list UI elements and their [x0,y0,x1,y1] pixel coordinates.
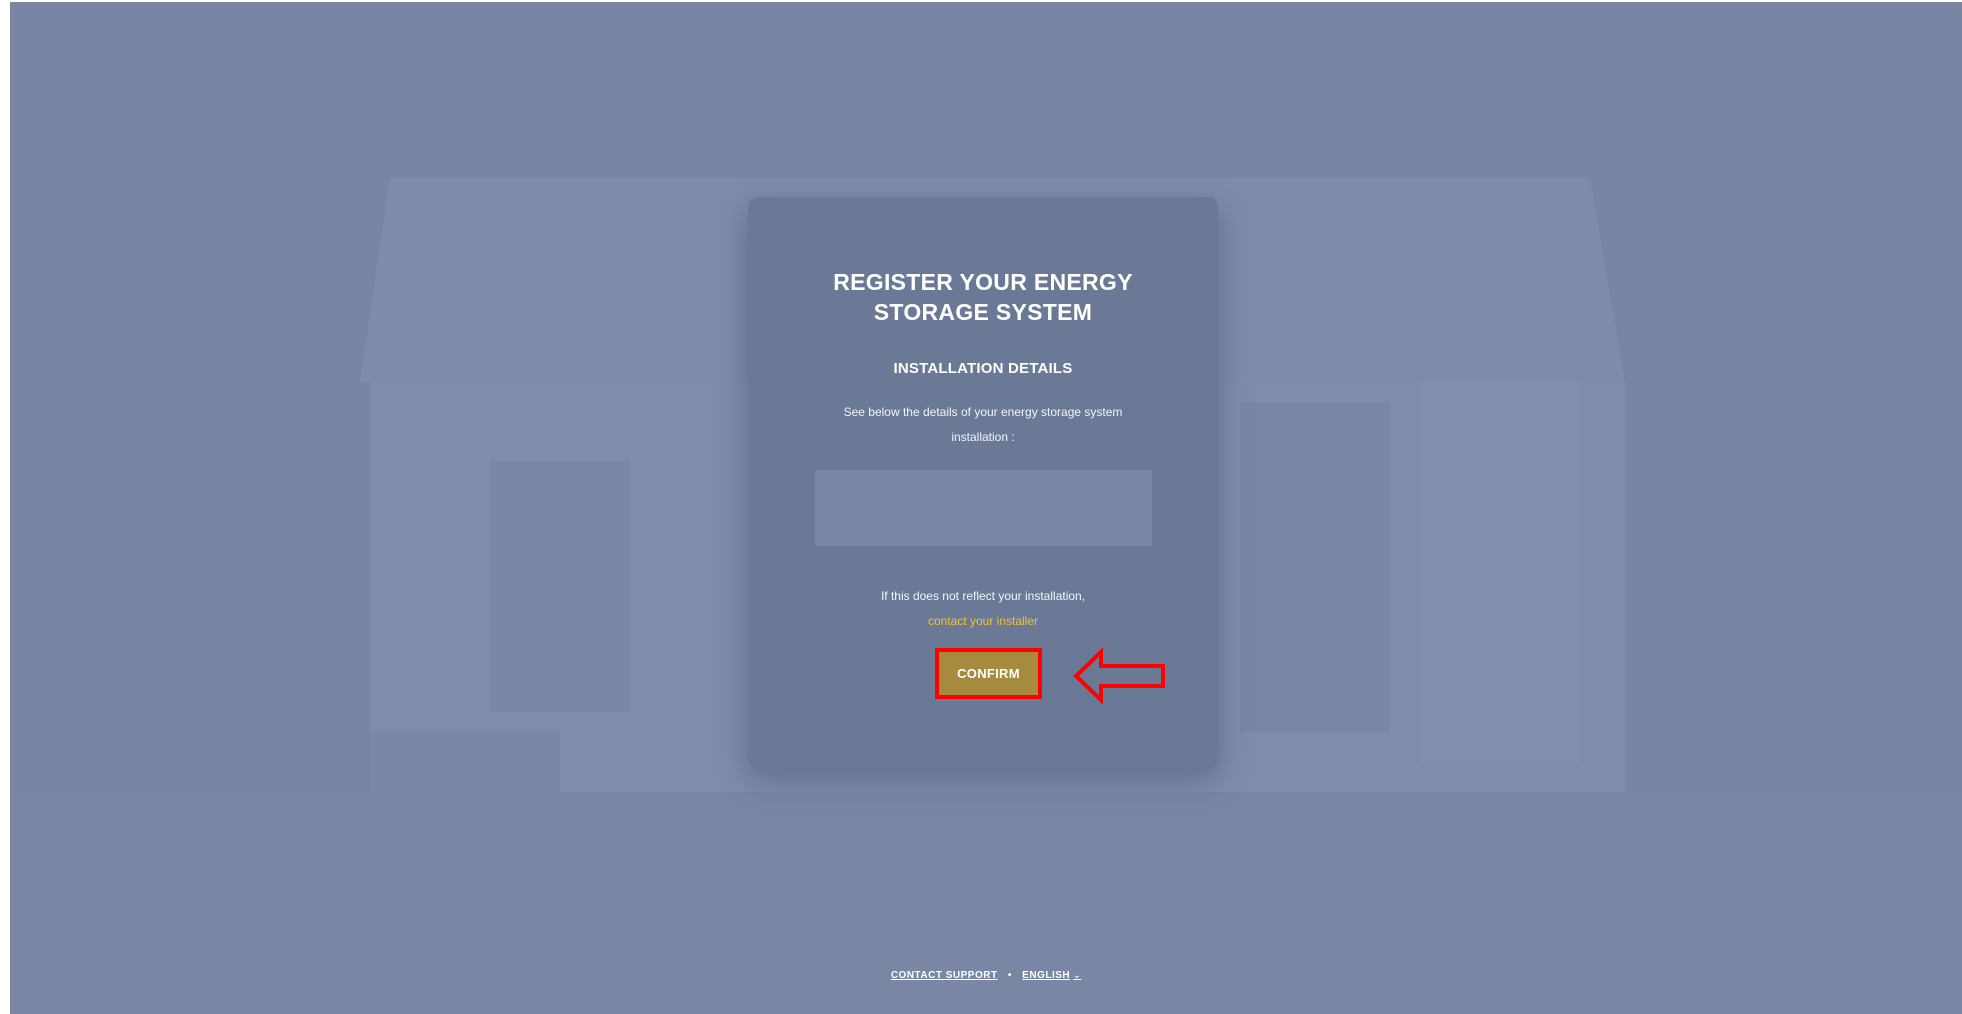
page-background: REGISTER YOUR ENERGY STORAGE SYSTEM INST… [10,2,1962,1014]
registration-card: REGISTER YOUR ENERGY STORAGE SYSTEM INST… [748,197,1218,769]
notice-text: If this does not reflect your installati… [880,589,1086,603]
contact-installer-link[interactable]: contact your installer [928,614,1038,628]
confirm-button-highlight: CONFIRM [935,648,1042,699]
description-text: See below the details of your energy sto… [843,405,1123,444]
chevron-down-icon: ⌄ [1073,970,1082,980]
contact-support-link[interactable]: CONTACT SUPPORT [891,970,998,981]
notice-block: If this does not reflect your installati… [748,584,1218,634]
footer: CONTACT SUPPORT • ENGLISH ⌄ [10,970,1962,981]
footer-separator: • [1007,970,1012,981]
language-selector[interactable]: ENGLISH ⌄ [1022,970,1081,981]
left-arrow-annotation-icon [1073,648,1165,704]
page-title: REGISTER YOUR ENERGY STORAGE SYSTEM [833,269,1133,325]
installation-details-box [815,470,1152,546]
section-title: INSTALLATION DETAILS [893,360,1073,377]
confirm-button[interactable]: CONFIRM [939,652,1038,695]
language-label: ENGLISH [1022,970,1071,981]
